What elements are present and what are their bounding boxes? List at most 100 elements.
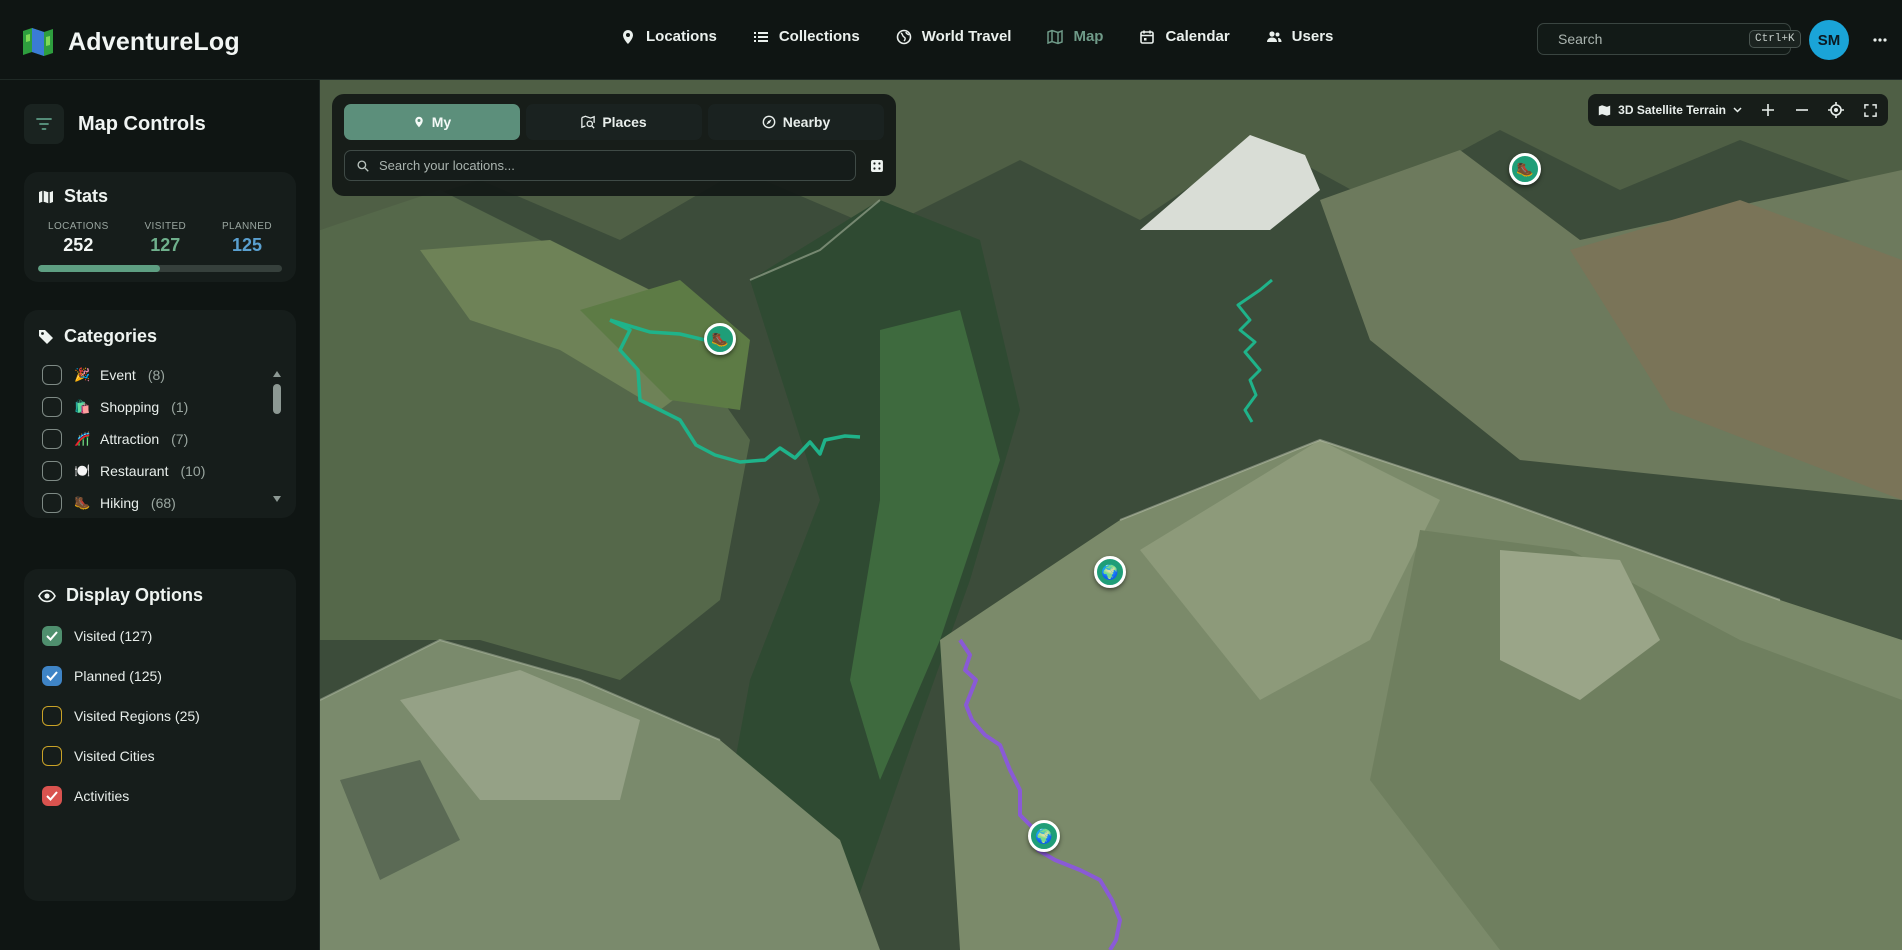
- nav-world-travel[interactable]: World Travel: [896, 28, 1012, 45]
- display-option-checkbox[interactable]: [42, 786, 62, 806]
- display-option[interactable]: Activities: [42, 786, 282, 806]
- brand[interactable]: AdventureLog: [22, 27, 240, 57]
- nav-users[interactable]: Users: [1266, 28, 1334, 45]
- map-control-bar: 3D Satellite Terrain: [1588, 94, 1888, 126]
- map-icon: [1598, 104, 1611, 116]
- sidebar-header: Map Controls: [24, 104, 206, 144]
- display-option[interactable]: Visited Regions (25): [42, 706, 282, 726]
- fullscreen-button[interactable]: [1862, 102, 1878, 118]
- display-option[interactable]: Visited (127): [42, 626, 282, 646]
- search-input[interactable]: [1558, 31, 1739, 47]
- category-label: Restaurant: [100, 463, 169, 479]
- users-icon: [1266, 30, 1282, 42]
- nav-label: Users: [1291, 28, 1334, 45]
- display-option[interactable]: Visited Cities: [42, 746, 282, 766]
- category-count: (1): [171, 399, 189, 415]
- map-style-label: 3D Satellite Terrain: [1618, 103, 1726, 117]
- tab-nearby[interactable]: Nearby: [708, 104, 884, 140]
- map-view[interactable]: My Places Nearby 3D Satellite Terrain: [320, 80, 1902, 950]
- nav-label: World Travel: [921, 28, 1012, 45]
- locate-button[interactable]: [1828, 102, 1844, 118]
- map-style-select[interactable]: 3D Satellite Terrain: [1598, 103, 1742, 117]
- category-item[interactable]: 🎉 Event (8): [42, 365, 282, 385]
- display-option-label: Activities: [74, 788, 130, 804]
- category-item[interactable]: 🎢 Attraction (7): [42, 429, 282, 449]
- stats-row: LOCATIONS 252 VISITED 127 PLANNED 125: [38, 221, 282, 256]
- categories-title: Categories: [38, 326, 282, 347]
- fullscreen-icon: [1863, 103, 1877, 117]
- display-option-label: Visited (127): [74, 628, 153, 644]
- category-count: (8): [147, 367, 165, 383]
- category-item[interactable]: 🥾 Hiking (68): [42, 493, 282, 513]
- display-options-card: Display Options Visited (127) Planned (12…: [24, 569, 296, 901]
- zoom-out-button[interactable]: [1794, 102, 1810, 118]
- category-checkbox[interactable]: [42, 493, 62, 513]
- satellite-terrain[interactable]: [320, 80, 1902, 950]
- hiking-marker[interactable]: 🥾: [704, 323, 736, 355]
- display-option-label: Planned (125): [74, 668, 162, 684]
- hiking-marker[interactable]: 🥾: [1509, 153, 1541, 185]
- stat-planned: PLANNED 125: [222, 221, 272, 256]
- nav-map[interactable]: Map: [1047, 28, 1103, 45]
- zoom-in-button[interactable]: [1760, 102, 1776, 118]
- category-icon: 🛍️: [74, 399, 91, 414]
- category-icon: 🎢: [74, 431, 91, 446]
- category-label: Hiking: [100, 495, 139, 511]
- eye-icon: [38, 589, 56, 602]
- location-search-input[interactable]: [379, 158, 844, 173]
- nav-locations[interactable]: Locations: [620, 28, 717, 45]
- scroll-down-icon[interactable]: [272, 495, 282, 503]
- display-option-checkbox[interactable]: [42, 746, 62, 766]
- map-controls-sidebar: Map Controls Stats LOCATIONS 252 VISITED…: [0, 80, 320, 950]
- nav-label: Locations: [646, 28, 717, 45]
- more-menu-button[interactable]: [1868, 28, 1892, 52]
- minus-icon: [1796, 109, 1808, 111]
- category-item[interactable]: 🛍️ Shopping (1): [42, 397, 282, 417]
- category-count: (10): [180, 463, 206, 479]
- locate-icon: [1828, 102, 1844, 118]
- location-search[interactable]: [344, 150, 857, 181]
- globe-icon: [896, 29, 912, 44]
- category-item[interactable]: 🍽️ Restaurant (10): [42, 461, 282, 481]
- categories-title-text: Categories: [64, 326, 158, 346]
- display-options-title: Display Options: [38, 585, 282, 606]
- pin-icon: [415, 116, 423, 128]
- plus-icon: [1762, 104, 1774, 116]
- filter-toggle-button[interactable]: [24, 104, 64, 144]
- list-icon: [753, 31, 768, 42]
- stat-value: 125: [231, 235, 262, 255]
- category-checkbox[interactable]: [42, 365, 62, 385]
- display-option-checkbox[interactable]: [42, 706, 62, 726]
- visited-progress-fill: [38, 265, 160, 272]
- location-marker[interactable]: 🌍: [1028, 820, 1060, 852]
- nav-calendar[interactable]: Calendar: [1139, 28, 1230, 45]
- random-location-icon[interactable]: [870, 159, 884, 173]
- category-label: Attraction: [100, 431, 160, 447]
- stat-label: LOCATIONS: [48, 221, 109, 232]
- category-checkbox[interactable]: [42, 397, 62, 417]
- sidebar-title: Map Controls: [78, 112, 206, 135]
- category-checkbox[interactable]: [42, 429, 62, 449]
- tab-places[interactable]: Places: [526, 104, 702, 140]
- display-option[interactable]: Planned (125): [42, 666, 282, 686]
- location-marker[interactable]: 🌍: [1094, 556, 1126, 588]
- tab-my[interactable]: My: [344, 104, 520, 140]
- category-icon: 🥾: [74, 495, 91, 510]
- compass-icon: [762, 115, 776, 129]
- tab-label: Places: [602, 114, 647, 130]
- display-option-checkbox[interactable]: [42, 626, 62, 646]
- hiking-icon: 🥾: [711, 330, 729, 347]
- category-count: (68): [150, 495, 176, 511]
- scroll-up-icon[interactable]: [272, 370, 282, 378]
- category-scrollbar[interactable]: [273, 384, 281, 414]
- stat-value: 127: [150, 235, 181, 255]
- avatar[interactable]: SM: [1809, 20, 1849, 60]
- display-option-checkbox[interactable]: [42, 666, 62, 686]
- category-checkbox[interactable]: [42, 461, 62, 481]
- globe-icon: 🌍: [1101, 563, 1119, 580]
- nav-collections[interactable]: Collections: [753, 28, 860, 45]
- shortcut-hint: Ctrl+K: [1749, 30, 1801, 48]
- categories-card: Categories 🎉 Event (8) 🛍️ Shopping (1) 🎢 Attrac…: [24, 310, 296, 518]
- logo-icon: [23, 28, 53, 56]
- global-search[interactable]: Ctrl+K: [1537, 23, 1801, 55]
